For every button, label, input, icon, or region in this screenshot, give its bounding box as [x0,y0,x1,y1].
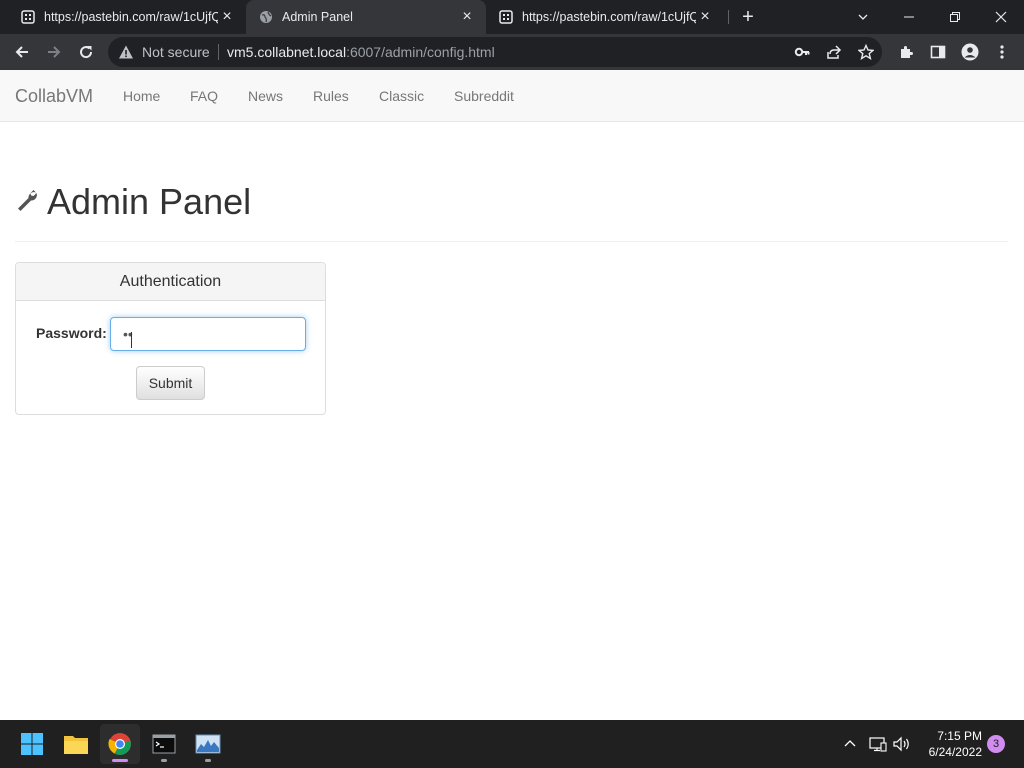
security-label[interactable]: Not secure [142,44,210,60]
extensions-button[interactable] [892,38,920,66]
notification-badge[interactable]: 3 [987,735,1005,753]
browser-toolbar: Not secure vm5.collabnet.local:6007/admi… [0,34,1024,70]
wrench-icon [15,188,39,217]
url-path: :6007/admin/config.html [346,44,495,60]
profile-button[interactable] [956,38,984,66]
side-panel-button[interactable] [924,38,952,66]
running-indicator [161,759,167,762]
authentication-panel: Authentication Password: •• Submit [15,262,326,415]
terminal-icon [152,734,176,754]
close-tab-icon[interactable]: × [696,8,714,26]
forward-arrow-icon [48,46,61,58]
reload-icon [80,46,93,59]
url-host: vm5.collabnet.local [227,44,347,60]
running-indicator [205,759,211,762]
reload-button[interactable] [72,38,100,66]
restore-button[interactable] [932,0,978,34]
puzzle-icon [901,46,913,58]
browser-tab-strip: https://pastebin.com/raw/1cUjfQ × Admin … [0,0,1024,34]
tab-search-button[interactable] [840,0,886,34]
tab-admin-panel[interactable]: Admin Panel × [246,0,486,34]
share-icon[interactable] [824,42,844,62]
speaker-icon [893,736,909,752]
star-icon[interactable] [856,42,876,62]
back-button[interactable] [8,38,36,66]
nav-link-classic[interactable]: Classic [379,88,424,104]
active-indicator [112,759,128,762]
profile-icon [961,43,979,61]
show-hidden-icons-button[interactable] [839,732,861,756]
password-input[interactable]: •• [110,317,306,351]
minimize-button[interactable] [886,0,932,34]
kebab-menu-icon [1000,45,1004,59]
pastebin-icon [498,9,514,25]
url-text[interactable]: vm5.collabnet.local:6007/admin/config.ht… [227,44,495,60]
new-tab-button[interactable]: + [738,7,758,27]
tab-pastebin-2[interactable]: https://pastebin.com/raw/1cUjfQ × [486,0,724,34]
nav-link-home[interactable]: Home [123,88,160,104]
start-button[interactable] [12,724,52,764]
panel-title: Authentication [16,263,325,301]
close-icon [995,11,1007,23]
back-arrow-icon [15,46,28,58]
close-window-button[interactable] [978,0,1024,34]
tab-divider [728,10,729,24]
taskbar: 7:15 PM 6/24/2022 3 [0,720,1024,768]
tab-pastebin-1[interactable]: https://pastebin.com/raw/1cUjfQ × [8,0,246,34]
resource-monitor-button[interactable] [188,724,228,764]
address-bar[interactable]: Not secure vm5.collabnet.local:6007/admi… [108,37,882,67]
file-explorer-button[interactable] [56,724,96,764]
network-icon [869,737,887,752]
text-cursor [131,332,132,348]
chevron-down-icon [858,14,868,20]
nav-link-news[interactable]: News [248,88,283,104]
side-panel-icon [930,45,946,59]
page-title: Admin Panel [47,181,252,222]
chrome-icon [108,733,131,755]
clock-time: 7:15 PM [937,729,982,743]
site-navbar: CollabVM Home FAQ News Rules Classic Sub… [0,70,1024,122]
minimize-icon [904,16,914,18]
start-icon [21,733,43,755]
taskbar-clock[interactable]: 7:15 PM 6/24/2022 [929,728,982,760]
file-explorer-icon [64,736,88,754]
nav-link-faq[interactable]: FAQ [190,88,218,104]
volume-button[interactable] [891,732,913,756]
submit-button[interactable]: Submit [136,366,205,400]
chevron-up-icon [844,740,856,747]
tab-title: Admin Panel [282,10,353,24]
tab-title: https://pastebin.com/raw/1cUjfQ [44,10,218,24]
clock-date: 6/24/2022 [928,745,982,759]
forward-button[interactable] [40,38,68,66]
chrome-button[interactable] [100,724,140,764]
close-tab-icon[interactable]: × [218,8,236,26]
restore-icon [950,12,960,22]
tab-title: https://pastebin.com/raw/1cUjfQ [522,10,696,24]
page-header: Admin Panel [15,180,251,224]
password-label: Password: [36,325,107,341]
nav-link-subreddit[interactable]: Subreddit [454,88,514,104]
globe-icon [258,9,274,25]
warning-icon[interactable] [118,44,134,60]
nav-link-rules[interactable]: Rules [313,88,349,104]
terminal-button[interactable] [144,724,184,764]
site-brand[interactable]: CollabVM [15,86,93,107]
menu-button[interactable] [988,38,1016,66]
network-button[interactable] [867,732,889,756]
address-divider [218,44,219,60]
pastebin-icon [20,9,36,25]
header-divider [15,241,1008,242]
close-tab-icon[interactable]: × [458,8,476,26]
resource-monitor-icon [195,734,221,754]
key-icon[interactable] [792,42,812,62]
